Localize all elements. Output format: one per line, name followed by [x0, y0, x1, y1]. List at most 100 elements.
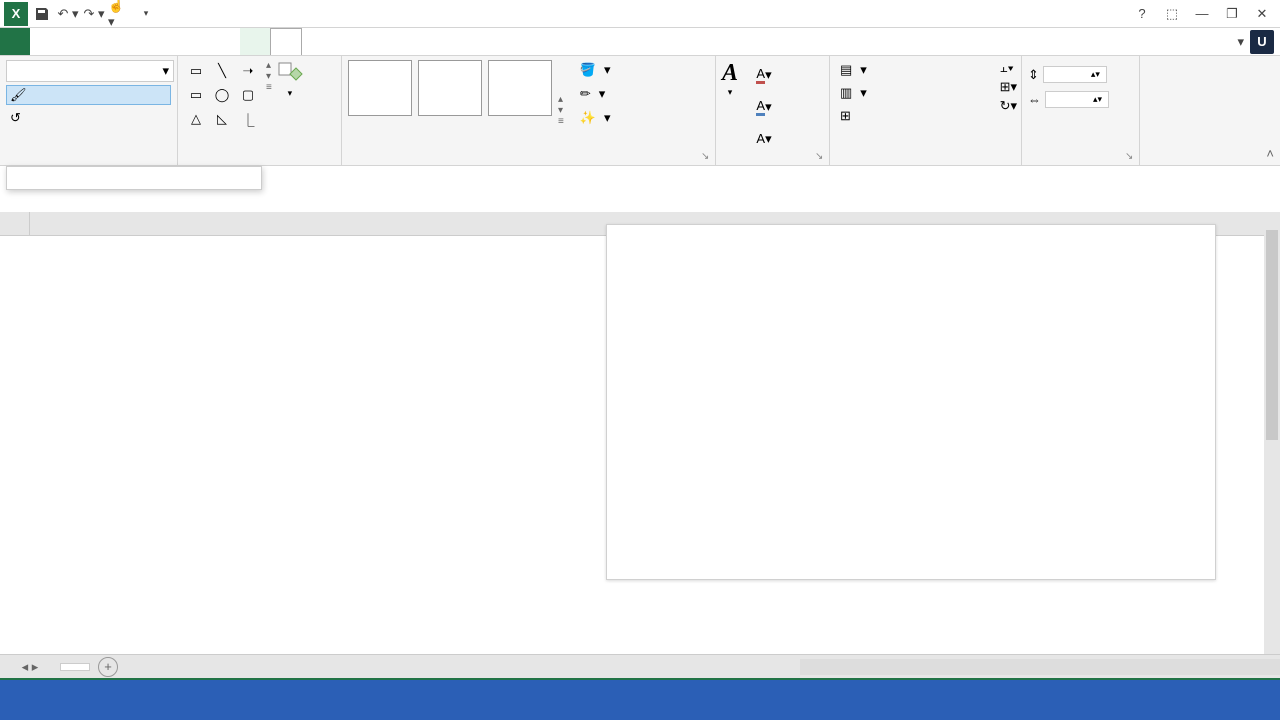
group-label [348, 161, 709, 163]
text-outline-icon[interactable]: A▾ [746, 92, 782, 122]
sheet-tab-nav[interactable]: ◂ ▸ [0, 659, 60, 675]
format-selection-button[interactable]: 🖌 [6, 85, 171, 105]
help-icon[interactable]: ? [1128, 2, 1156, 26]
vertical-scrollbar[interactable] [1264, 212, 1280, 654]
group-label [1028, 161, 1133, 163]
selection-pane-button[interactable]: ⊞ [836, 106, 1015, 126]
align-icon[interactable]: ⫠▾ [1000, 60, 1017, 76]
reset-to-match-style-button[interactable]: ↺ [6, 108, 171, 128]
chart-element-dropdown[interactable]: ▾ [6, 60, 174, 82]
shape-line-icon[interactable]: ╲ [210, 60, 234, 82]
tab-view[interactable] [210, 28, 240, 55]
ribbon-display-icon[interactable]: ⬚ [1158, 2, 1186, 26]
shape-style-preset[interactable] [488, 60, 552, 116]
tab-review[interactable] [180, 28, 210, 55]
shape-textbox-icon[interactable]: ▭ [184, 60, 208, 82]
new-sheet-button[interactable]: + [98, 657, 118, 677]
shape-rect-icon[interactable]: ▭ [184, 84, 208, 106]
format-selection-tooltip [6, 166, 262, 190]
tab-insert[interactable] [60, 28, 90, 55]
selection-pane-icon: ⊞ [840, 108, 851, 124]
send-backward-icon: ▥ [840, 85, 852, 101]
group-icon[interactable]: ⊞▾ [1000, 79, 1017, 95]
signed-in-user[interactable]: ▾ U [1231, 28, 1280, 55]
shape-arrow-icon[interactable]: ➝ [236, 60, 260, 82]
rotate-icon[interactable]: ↻▾ [1000, 98, 1017, 114]
tab-design[interactable] [240, 28, 270, 55]
tab-file[interactable] [0, 28, 30, 55]
sheet-tab-bar: ◂ ▸ + [0, 654, 1280, 678]
group-label [722, 161, 823, 163]
wordart-icon: A [722, 60, 738, 87]
shape-fill-button[interactable]: 🪣 ▾ [576, 60, 615, 80]
group-label [836, 161, 1015, 163]
outline-icon: ✏ [580, 86, 591, 102]
quick-styles-button[interactable]: A ▾ [722, 60, 738, 161]
ribbon-tabs: ▾ U [0, 28, 1280, 56]
group-label [6, 161, 171, 163]
chart-plot-area[interactable] [667, 237, 1205, 503]
shape-oval-icon[interactable]: ◯ [210, 84, 234, 106]
shape-elbow-icon[interactable]: ⎿ [236, 108, 260, 130]
send-backward-button[interactable]: ▥ ▾ [836, 83, 1015, 103]
excel-icon[interactable]: X [4, 2, 28, 26]
chart-title[interactable] [607, 225, 1215, 237]
qat-customize-icon[interactable]: ▾ [134, 2, 158, 26]
bring-forward-button[interactable]: ▤ ▾ [836, 60, 1015, 80]
redo-icon[interactable]: ↷ ▾ [82, 2, 106, 26]
shape-outline-button[interactable]: ✏ ▾ [576, 84, 615, 104]
change-shape-icon [276, 60, 304, 88]
title-bar: X ↶ ▾ ↷ ▾ ☝ ▾ ▾ ? ⬚ — ❐ ✕ [0, 0, 1280, 28]
watermark-text [0, 680, 1280, 720]
shape-gallery[interactable]: ▭ ╲ ➝ ▭ ◯ ▢ △ ◺ ⎿ [184, 60, 260, 161]
shape-effects-button[interactable]: ✨ ▾ [576, 108, 615, 128]
worksheet-area [0, 212, 1280, 654]
effects-icon: ✨ [580, 110, 596, 126]
dialog-launcher-icon[interactable]: ↘ [1125, 151, 1137, 163]
shape-roundrect-icon[interactable]: ▢ [236, 84, 260, 106]
shape-style-preset[interactable] [418, 60, 482, 116]
avatar: U [1250, 30, 1274, 54]
select-all-corner[interactable] [0, 212, 30, 236]
collapse-ribbon-icon[interactable]: ˄ [1266, 146, 1274, 161]
tab-format[interactable] [270, 28, 302, 55]
touch-mode-icon[interactable]: ☝ ▾ [108, 2, 132, 26]
quick-access-toolbar: X ↶ ▾ ↷ ▾ ☝ ▾ ▾ [0, 2, 158, 26]
group-insert-shapes: ▭ ╲ ➝ ▭ ◯ ▢ △ ◺ ⎿ ▴▾≡ ▾ [178, 56, 342, 165]
ribbon: ▾ 🖌 ↺ ▭ ╲ ➝ ▭ ◯ ▢ △ ◺ ⎿ [0, 56, 1280, 166]
height-input[interactable]: ▴▾ [1043, 66, 1107, 83]
dialog-launcher-icon[interactable]: ↘ [815, 151, 827, 163]
maximize-icon[interactable]: ❐ [1218, 2, 1246, 26]
text-fill-icon[interactable]: A▾ [746, 60, 782, 90]
tab-page-layout[interactable] [90, 28, 120, 55]
format-selection-icon: 🖌 [10, 87, 27, 103]
group-shape-styles: ▴▾≡ 🪣 ▾ ✏ ▾ ✨ ▾ ↘ [342, 56, 716, 165]
group-arrange: ▤ ▾ ▥ ▾ ⊞ ⫠▾ ⊞▾ ↻▾ [830, 56, 1022, 165]
group-current-selection: ▾ 🖌 ↺ [0, 56, 178, 165]
text-effects-icon[interactable]: A▾ [746, 124, 782, 154]
sheet-tab[interactable] [60, 663, 90, 671]
shape-gallery-more-icon[interactable]: ▴▾≡ [266, 60, 272, 93]
tab-formulas[interactable] [120, 28, 150, 55]
width-icon: ⇔ [1028, 92, 1041, 107]
group-label [184, 161, 335, 163]
close-icon[interactable]: ✕ [1248, 2, 1276, 26]
save-icon[interactable] [30, 2, 54, 26]
reset-icon: ↺ [10, 110, 21, 126]
embedded-chart[interactable] [606, 224, 1216, 580]
undo-icon[interactable]: ↶ ▾ [56, 2, 80, 26]
shape-triangle-icon[interactable]: △ [184, 108, 208, 130]
shape-style-gallery-more-icon[interactable]: ▴▾≡ [558, 60, 564, 161]
chart-legend[interactable] [607, 503, 1215, 515]
tab-home[interactable] [30, 28, 60, 55]
shape-rtriangle-icon[interactable]: ◺ [210, 108, 234, 130]
width-input[interactable]: ▴▾ [1045, 91, 1109, 108]
bring-forward-icon: ▤ [840, 62, 852, 78]
group-size: ⇕ ▴▾ ⇔ ▴▾ ↘ [1022, 56, 1140, 165]
tab-data[interactable] [150, 28, 180, 55]
minimize-icon[interactable]: — [1188, 2, 1216, 26]
dialog-launcher-icon[interactable]: ↘ [701, 151, 713, 163]
change-shape-button[interactable]: ▾ [276, 60, 304, 161]
horizontal-scrollbar[interactable] [800, 659, 1280, 675]
shape-style-preset[interactable] [348, 60, 412, 116]
